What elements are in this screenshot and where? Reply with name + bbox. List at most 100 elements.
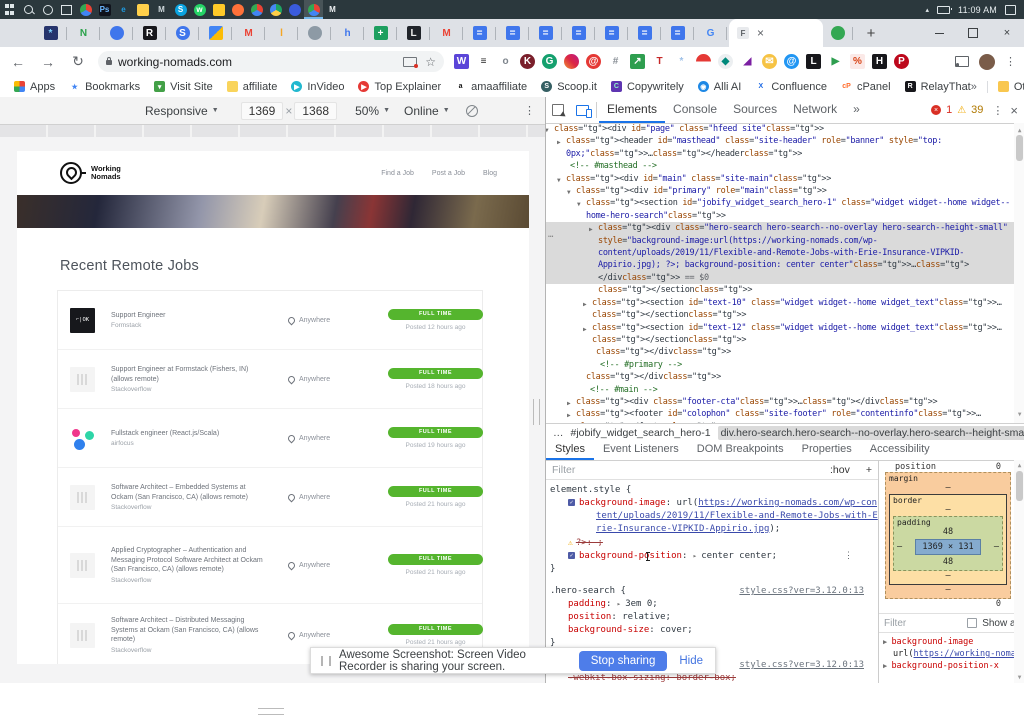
- styles-tab-event-listeners[interactable]: Event Listeners: [594, 440, 688, 460]
- computed-scrollbar[interactable]: ▲ ▼: [1014, 460, 1024, 683]
- computed-filter-input[interactable]: Filter: [884, 618, 962, 629]
- action-center-icon[interactable]: [1005, 5, 1016, 15]
- viewport-resize-handle-bottom[interactable]: [258, 708, 284, 715]
- job-title[interactable]: Support Engineer: [111, 311, 266, 321]
- devtools-close-icon[interactable]: ×: [1010, 103, 1018, 118]
- styles-tab-accessibility[interactable]: Accessibility: [861, 440, 939, 460]
- keywords-extension[interactable]: K: [520, 54, 535, 69]
- cast-icon[interactable]: [955, 56, 969, 67]
- device-width-field[interactable]: 1369: [241, 102, 284, 120]
- grid-extension[interactable]: #: [608, 54, 623, 69]
- toggle-hover-state[interactable]: :hov: [830, 464, 850, 476]
- job-row[interactable]: Applied Cryptographer – Authentication a…: [58, 527, 482, 604]
- dom-node[interactable]: <!-- #primary -->: [546, 359, 1024, 371]
- minimize-button[interactable]: [922, 19, 956, 47]
- bookmark-item-amaaffiliate[interactable]: aamaaffiliate: [455, 81, 527, 93]
- bookmark-item-apps[interactable]: Apps: [14, 81, 55, 93]
- quora-extension[interactable]: @: [784, 54, 799, 69]
- breadcrumb-item[interactable]: div.hero-search.hero-search--no-overlay.…: [718, 426, 1024, 440]
- other-bookmarks[interactable]: Other bookmarks: [998, 81, 1024, 93]
- battery-icon[interactable]: [937, 6, 950, 14]
- bookmark-item-bookmarks[interactable]: ★Bookmarks: [69, 81, 140, 93]
- pinned-tab-gray[interactable]: [298, 19, 331, 47]
- pinned-tab-docs-2[interactable]: =: [496, 19, 529, 47]
- dom-gutter-dots[interactable]: …: [548, 229, 554, 241]
- pokeball-extension[interactable]: [696, 54, 711, 69]
- close-window-button[interactable]: ×: [990, 19, 1024, 47]
- pinned-tab-hand[interactable]: h: [331, 19, 364, 47]
- pinned-tab-analytics[interactable]: l: [265, 19, 298, 47]
- box-model-padding[interactable]: padding48–1369 × 131–48: [893, 516, 1003, 571]
- envelope-extension[interactable]: ✉: [762, 54, 777, 69]
- computed-property[interactable]: ▶ background-imageurl(https://working-no…: [883, 636, 1021, 660]
- dom-node[interactable]: ▼class="tg"><section id="jobify_widget_s…: [546, 197, 1024, 222]
- warning-count[interactable]: 39: [971, 104, 983, 116]
- file-explorer[interactable]: [133, 0, 152, 19]
- warning-icon[interactable]: ⚠: [957, 105, 966, 116]
- bookmark-star-icon[interactable]: ☆: [425, 55, 436, 69]
- active-tab[interactable]: F ×: [729, 19, 823, 47]
- new-style-rule-button[interactable]: +: [866, 464, 872, 476]
- bookmark-item-visit-site[interactable]: ▾Visit Site: [154, 81, 213, 93]
- l-extension[interactable]: L: [806, 54, 821, 69]
- devtools-tab-console[interactable]: Console: [665, 97, 725, 123]
- job-row[interactable]: Fullstack engineer (React.js/Scala)airfo…: [58, 409, 482, 468]
- devtools-menu-icon[interactable]: ⋮: [992, 104, 1003, 117]
- show-hidden-icons-chevron[interactable]: ▴: [926, 6, 930, 14]
- bookmark-item-invideo[interactable]: ▶InVideo: [291, 81, 344, 93]
- devtools-tab-network[interactable]: Network: [785, 97, 845, 123]
- h-extension[interactable]: H: [872, 54, 887, 69]
- task-view-icon[interactable]: [57, 0, 76, 19]
- job-title[interactable]: Support Engineer at Formstack (Fishers, …: [111, 365, 266, 384]
- tab-close-icon[interactable]: ×: [757, 27, 764, 39]
- dom-node[interactable]: ▶class="tg"><section id="text-12" class=…: [546, 322, 1024, 347]
- mail[interactable]: M: [152, 0, 171, 19]
- style-property[interactable]: ✓background-position: ▸ center center;⋮: [550, 550, 878, 563]
- pinned-tab-docs-1[interactable]: =: [463, 19, 496, 47]
- google-drive[interactable]: [266, 0, 285, 19]
- grammarly-extension[interactable]: G: [542, 54, 557, 69]
- swirl-extension[interactable]: @: [586, 54, 601, 69]
- snowflake-extension[interactable]: *: [674, 54, 689, 69]
- tab-green[interactable]: [823, 19, 853, 47]
- box-model-margin[interactable]: margin–border–padding48–1369 × 131–48––: [885, 472, 1011, 599]
- devtools-tab-sources[interactable]: Sources: [725, 97, 785, 123]
- input-tools-icon[interactable]: [403, 57, 417, 67]
- firefox[interactable]: [228, 0, 247, 19]
- back-button[interactable]: ←: [6, 50, 30, 74]
- pinned-tab-docs-7[interactable]: =: [661, 19, 694, 47]
- box-model[interactable]: position0margin–border–padding48–1369 × …: [879, 460, 1024, 609]
- scroll-thumb[interactable]: [1016, 471, 1023, 501]
- pinned-tab-gmail[interactable]: M: [232, 19, 265, 47]
- awesome-screenshot-extension[interactable]: o: [498, 54, 513, 69]
- instagram-extension[interactable]: [564, 54, 579, 69]
- bookmarks-overflow-chevron[interactable]: »: [971, 81, 977, 93]
- site-logo[interactable]: WorkingNomads: [60, 162, 121, 184]
- diamond-extension[interactable]: ◆: [718, 54, 733, 69]
- scroll-up-icon[interactable]: ▲: [1014, 462, 1024, 469]
- new-tab-button[interactable]: +: [859, 21, 883, 45]
- job-row[interactable]: Software Architect – Embedded Systems at…: [58, 468, 482, 527]
- pick-extension[interactable]: T: [652, 54, 667, 69]
- pinned-tab-docs-5[interactable]: =: [595, 19, 628, 47]
- whatsapp[interactable]: w: [190, 0, 209, 19]
- job-title[interactable]: Applied Cryptographer – Authentication a…: [111, 546, 266, 575]
- device-toolbar-menu-icon[interactable]: ⋮: [524, 104, 535, 117]
- style-property[interactable]: padding: ▸ 3em 0;: [550, 598, 878, 611]
- profile-avatar[interactable]: [979, 54, 995, 70]
- breadcrumb-item[interactable]: #jobify_widget_search_hero-1: [571, 427, 711, 439]
- search-icon[interactable]: [19, 0, 38, 19]
- cortana-icon[interactable]: [38, 0, 57, 19]
- dom-node[interactable]: ▶class="tg"><footer id="colophon" class=…: [546, 408, 1024, 423]
- pinned-tab-analytics-arrow[interactable]: N: [67, 19, 100, 47]
- mail-envelope[interactable]: M: [323, 0, 342, 19]
- dom-node[interactable]: <!-- #main -->: [546, 384, 1024, 396]
- address-bar[interactable]: working-nomads.com ☆: [98, 51, 444, 72]
- url-text[interactable]: working-nomads.com: [118, 55, 232, 69]
- pinned-tab-docs-6[interactable]: =: [628, 19, 661, 47]
- toggle-device-toolbar-icon[interactable]: [570, 98, 594, 122]
- job-title[interactable]: Fullstack engineer (React.js/Scala): [111, 429, 266, 439]
- start-button[interactable]: [0, 0, 19, 19]
- job-row[interactable]: ⌐|OKSupport EngineerFormstackAnywhereFUL…: [58, 291, 482, 350]
- photos[interactable]: [285, 0, 304, 19]
